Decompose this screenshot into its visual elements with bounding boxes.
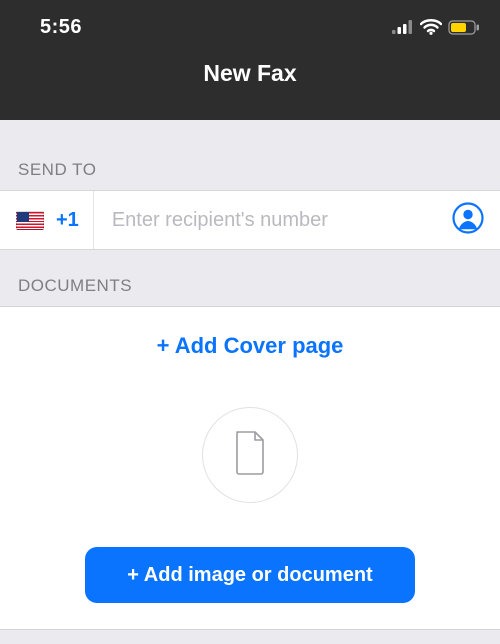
status-time: 5:56 <box>40 16 82 39</box>
status-bar: 5:56 <box>0 0 500 44</box>
country-code-label: +1 <box>56 209 79 232</box>
add-image-or-document-button[interactable]: + Add image or document <box>85 547 415 603</box>
contact-circle-icon <box>452 202 484 239</box>
pick-contact-button[interactable] <box>446 198 490 242</box>
battery-low-power-icon <box>448 20 480 35</box>
send-to-row: +1 <box>0 190 500 250</box>
add-cover-page-button[interactable]: + Add Cover page <box>147 329 354 363</box>
recipient-number-input[interactable] <box>94 209 446 232</box>
us-flag-icon <box>16 211 44 230</box>
status-indicators <box>392 19 480 35</box>
app-header: 5:56 <box>0 0 500 120</box>
documents-area: + Add Cover page + Add image or document <box>0 306 500 630</box>
document-outline-icon <box>230 429 270 482</box>
cellular-signal-icon <box>392 20 414 34</box>
page-title: New Fax <box>0 60 500 87</box>
send-to-section-label: SEND TO <box>0 120 500 190</box>
country-code-button[interactable]: +1 <box>0 191 94 249</box>
documents-section-label: DOCUMENTS <box>0 250 500 306</box>
wifi-icon <box>420 19 442 35</box>
document-placeholder <box>202 407 298 503</box>
